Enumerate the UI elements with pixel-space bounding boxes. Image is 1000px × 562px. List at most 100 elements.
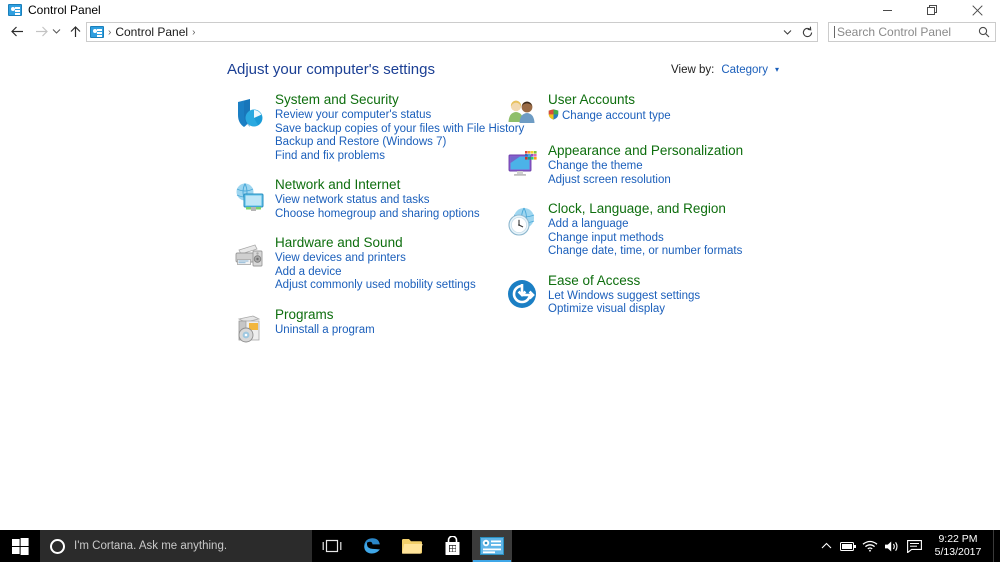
appearance-monitor-palette-icon bbox=[503, 142, 541, 180]
navigation-bar: › Control Panel › Search Control Panel bbox=[0, 20, 1000, 43]
control-panel-icon bbox=[8, 4, 22, 16]
file-explorer-icon[interactable] bbox=[392, 530, 432, 562]
category-link[interactable]: Uninstall a program bbox=[275, 324, 375, 338]
shield-clock-icon bbox=[230, 91, 268, 129]
category-network-and-internet[interactable]: Network and Internet View network status… bbox=[230, 176, 490, 221]
category-link[interactable]: Choose homegroup and sharing options bbox=[275, 208, 480, 222]
category-link[interactable]: Change account type bbox=[548, 109, 671, 125]
microsoft-store-icon[interactable] bbox=[432, 530, 472, 562]
cortana-search-box[interactable]: I'm Cortana. Ask me anything. bbox=[40, 530, 312, 562]
battery-icon[interactable] bbox=[837, 530, 859, 562]
user-accounts-people-icon bbox=[503, 91, 541, 129]
address-bar-buttons bbox=[777, 23, 817, 41]
category-title[interactable]: Programs bbox=[275, 306, 375, 323]
view-by-control[interactable]: View by: Category ▾ bbox=[671, 64, 779, 76]
show-desktop-button[interactable] bbox=[993, 530, 1000, 562]
search-input[interactable]: Search Control Panel bbox=[828, 22, 996, 42]
category-column-right: User Accounts Change account type Appear… bbox=[503, 91, 763, 330]
category-title[interactable]: Ease of Access bbox=[548, 272, 700, 289]
category-column-left: System and Security Review your computer… bbox=[230, 91, 524, 357]
search-placeholder: Search Control Panel bbox=[837, 25, 952, 39]
restore-button[interactable] bbox=[910, 0, 955, 20]
search-icon[interactable] bbox=[978, 26, 990, 38]
breadcrumb-separator-root[interactable]: › bbox=[108, 27, 111, 38]
breadcrumb-separator-last[interactable]: › bbox=[192, 27, 195, 38]
category-link[interactable]: View network status and tasks bbox=[275, 194, 480, 208]
close-button[interactable] bbox=[955, 0, 1000, 20]
category-link[interactable]: Save backup copies of your files with Fi… bbox=[275, 123, 524, 137]
view-by-value[interactable]: Category bbox=[721, 64, 768, 76]
cortana-placeholder: I'm Cortana. Ask me anything. bbox=[74, 540, 228, 552]
category-link[interactable]: Review your computer's status bbox=[275, 109, 524, 123]
category-clock-language-and-region[interactable]: Clock, Language, and Region Add a langua… bbox=[503, 200, 763, 259]
breadcrumb-control-panel-icon[interactable] bbox=[90, 26, 104, 38]
category-link[interactable]: Change date, time, or number formats bbox=[548, 245, 742, 259]
view-by-label: View by: bbox=[671, 64, 715, 76]
category-title[interactable]: Clock, Language, and Region bbox=[548, 200, 742, 217]
category-ease-of-access[interactable]: Ease of Access Let Windows suggest setti… bbox=[503, 272, 763, 317]
uac-shield-icon bbox=[548, 109, 559, 125]
recent-locations-button[interactable] bbox=[48, 20, 64, 43]
category-link[interactable]: Backup and Restore (Windows 7) bbox=[275, 136, 524, 150]
category-system-and-security[interactable]: System and Security Review your computer… bbox=[230, 91, 524, 163]
category-link[interactable]: Add a language bbox=[548, 218, 742, 232]
windows-start-icon[interactable] bbox=[0, 530, 40, 562]
speaker-icon[interactable] bbox=[881, 530, 903, 562]
clock-globe-icon bbox=[503, 200, 541, 238]
category-body: Hardware and Sound View devices and prin… bbox=[268, 234, 476, 293]
category-body: Ease of Access Let Windows suggest setti… bbox=[541, 272, 700, 317]
system-tray: 9:22 PM 5/13/2017 bbox=[815, 530, 1000, 562]
category-body: Network and Internet View network status… bbox=[268, 176, 480, 221]
category-body: System and Security Review your computer… bbox=[268, 91, 524, 163]
back-button[interactable] bbox=[6, 20, 28, 43]
task-view-icon[interactable] bbox=[312, 530, 352, 562]
category-link[interactable]: Add a device bbox=[275, 266, 476, 280]
category-title[interactable]: System and Security bbox=[275, 91, 524, 108]
category-link[interactable]: Adjust commonly used mobility settings bbox=[275, 279, 476, 293]
chevron-down-icon[interactable]: ▾ bbox=[775, 65, 779, 74]
category-body: User Accounts Change account type bbox=[541, 91, 671, 125]
refresh-icon[interactable] bbox=[797, 23, 817, 42]
up-button[interactable] bbox=[64, 20, 86, 43]
printer-speaker-icon bbox=[230, 234, 268, 272]
content-area: Adjust your computer's settings View by:… bbox=[0, 43, 1000, 530]
taskbar-clock[interactable]: 9:22 PM 5/13/2017 bbox=[925, 530, 991, 562]
category-link[interactable]: Optimize visual display bbox=[548, 303, 700, 317]
breadcrumb-item-control-panel[interactable]: Control Panel bbox=[115, 25, 188, 39]
category-link-label[interactable]: Change account type bbox=[562, 110, 671, 124]
ease-of-access-icon bbox=[503, 272, 541, 310]
category-user-accounts[interactable]: User Accounts Change account type bbox=[503, 91, 763, 129]
action-center-icon[interactable] bbox=[903, 530, 925, 562]
category-body: Clock, Language, and Region Add a langua… bbox=[541, 200, 742, 259]
category-appearance-and-personalization[interactable]: Appearance and Personalization Change th… bbox=[503, 142, 763, 187]
category-programs[interactable]: Programs Uninstall a program bbox=[230, 306, 490, 344]
category-link[interactable]: Let Windows suggest settings bbox=[548, 290, 700, 304]
chevron-down-icon[interactable] bbox=[777, 23, 797, 42]
window-controls bbox=[865, 0, 1000, 20]
category-link[interactable]: Change the theme bbox=[548, 160, 743, 174]
edge-icon[interactable] bbox=[352, 530, 392, 562]
title-bar-left: Control Panel bbox=[8, 0, 101, 20]
text-caret bbox=[834, 26, 835, 38]
network-globe-monitor-icon bbox=[230, 176, 268, 214]
control-panel-taskbar-icon[interactable] bbox=[472, 530, 512, 562]
title-bar: Control Panel bbox=[0, 0, 1000, 21]
category-link[interactable]: Find and fix problems bbox=[275, 150, 524, 164]
cortana-circle-icon bbox=[50, 538, 65, 554]
category-link[interactable]: Adjust screen resolution bbox=[548, 174, 743, 188]
category-link[interactable]: Change input methods bbox=[548, 232, 742, 246]
category-title[interactable]: Hardware and Sound bbox=[275, 234, 476, 251]
chevron-up-icon[interactable] bbox=[815, 530, 837, 562]
category-link[interactable]: View devices and printers bbox=[275, 252, 476, 266]
clock-time: 9:22 PM bbox=[938, 533, 978, 545]
minimize-button[interactable] bbox=[865, 0, 910, 20]
address-bar[interactable]: › Control Panel › bbox=[86, 22, 818, 42]
category-title[interactable]: Network and Internet bbox=[275, 176, 480, 193]
category-title[interactable]: Appearance and Personalization bbox=[548, 142, 743, 159]
control-panel-window: Control Panel › Control Panel › Search C… bbox=[0, 0, 1000, 562]
category-title[interactable]: User Accounts bbox=[548, 91, 671, 108]
wifi-icon[interactable] bbox=[859, 530, 881, 562]
category-body: Programs Uninstall a program bbox=[268, 306, 375, 338]
category-hardware-and-sound[interactable]: Hardware and Sound View devices and prin… bbox=[230, 234, 490, 293]
taskbar: I'm Cortana. Ask me anything. 9:22 PM 5/… bbox=[0, 530, 1000, 562]
